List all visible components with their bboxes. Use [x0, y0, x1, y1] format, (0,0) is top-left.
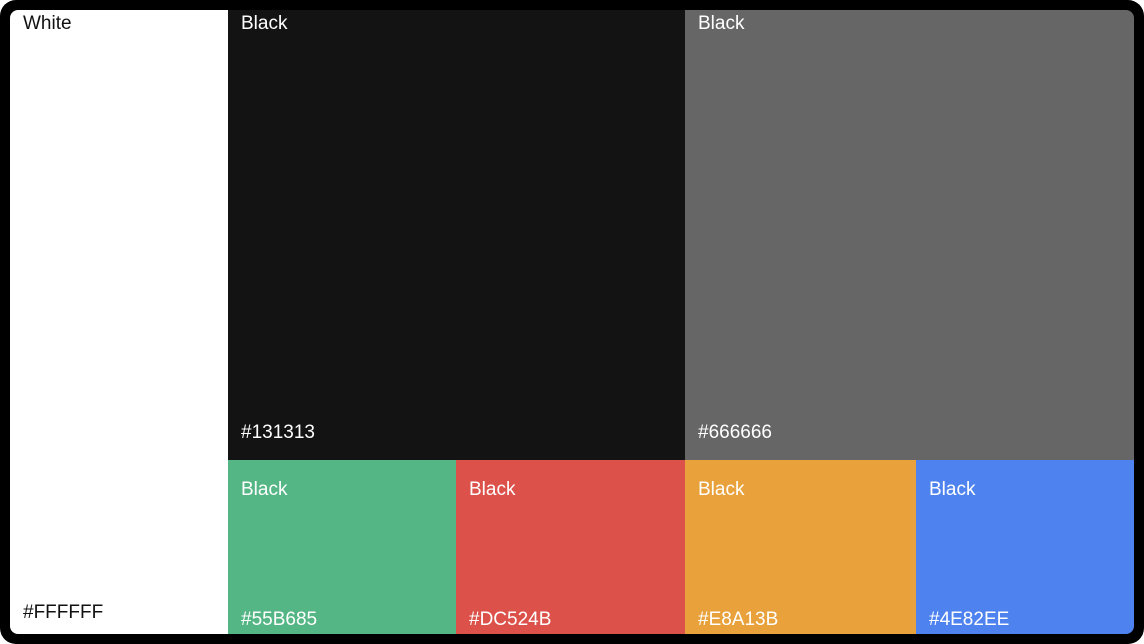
- swatch-black: Black #131313: [228, 10, 685, 460]
- swatch-name: Black: [469, 479, 516, 500]
- swatch-white: White #FFFFFF: [10, 10, 228, 634]
- swatch-hex: #131313: [241, 422, 315, 443]
- swatch-gray: Black #666666: [685, 10, 1134, 460]
- swatch-red: Black #DC524B: [456, 460, 685, 634]
- swatch-green: Black #55B685: [228, 460, 456, 634]
- swatch-name: White: [23, 13, 72, 34]
- swatch-name: Black: [929, 479, 976, 500]
- swatch-hex: #FFFFFF: [23, 602, 104, 623]
- swatch-blue: Black #4E82EE: [916, 460, 1134, 634]
- palette-frame: White #FFFFFF Black #131313 Black #66666…: [0, 0, 1144, 644]
- swatch-hex: #DC524B: [469, 609, 552, 630]
- swatch-hex: #E8A13B: [698, 609, 779, 630]
- swatch-name: Black: [241, 13, 288, 34]
- swatch-orange: Black #E8A13B: [685, 460, 916, 634]
- palette-grid: White #FFFFFF Black #131313 Black #66666…: [10, 10, 1134, 634]
- swatch-name: Black: [698, 13, 745, 34]
- swatch-hex: #55B685: [241, 609, 318, 630]
- swatch-name: Black: [698, 479, 745, 500]
- swatch-name: Black: [241, 479, 288, 500]
- swatch-hex: #4E82EE: [929, 609, 1010, 630]
- swatch-hex: #666666: [698, 422, 772, 443]
